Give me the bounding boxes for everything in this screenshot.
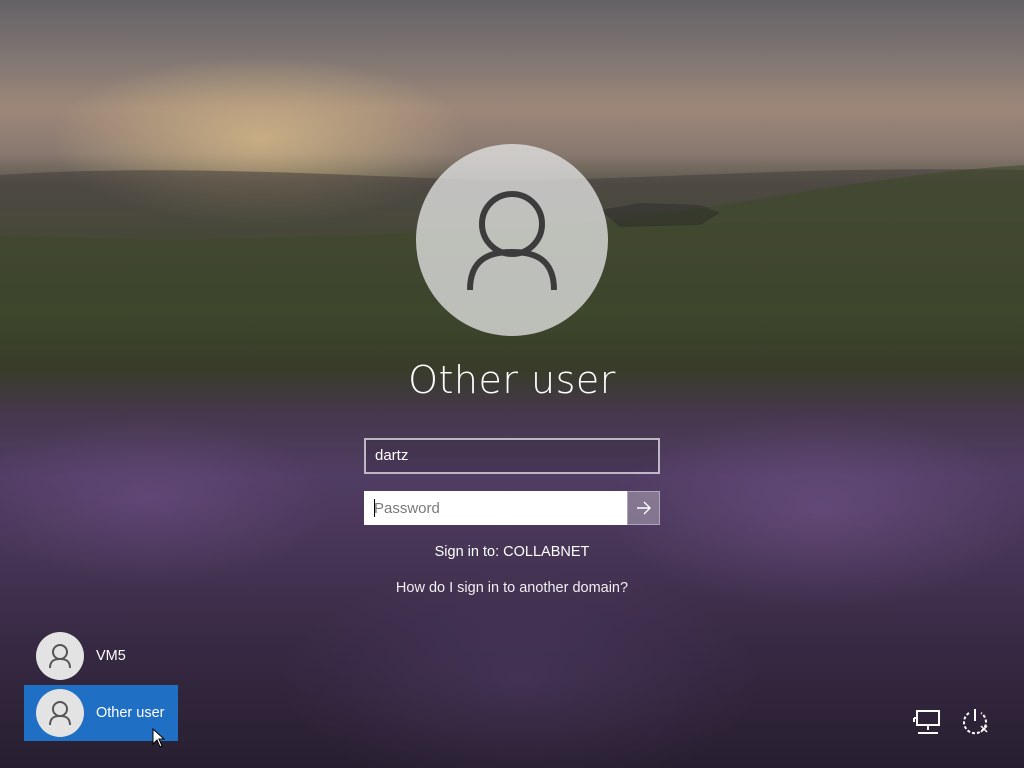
user-icon bbox=[467, 191, 557, 291]
text-caret bbox=[374, 499, 375, 517]
user-icon bbox=[49, 644, 71, 669]
user-tile-avatar bbox=[36, 632, 84, 680]
submit-button[interactable] bbox=[627, 491, 660, 525]
network-button[interactable] bbox=[910, 704, 946, 740]
arrow-right-icon bbox=[636, 501, 651, 515]
password-field[interactable] bbox=[364, 491, 627, 525]
network-icon bbox=[913, 710, 940, 734]
user-title: Other user bbox=[408, 358, 616, 402]
power-button[interactable] bbox=[957, 704, 993, 740]
other-domain-link[interactable]: How do I sign in to another domain? bbox=[312, 580, 712, 596]
user-tile-avatar bbox=[36, 689, 84, 737]
mouse-pointer-icon bbox=[152, 728, 166, 748]
user-avatar-large bbox=[416, 144, 608, 336]
user-tile-label: VM5 bbox=[96, 648, 126, 664]
power-icon bbox=[963, 709, 988, 735]
user-tile-label: Other user bbox=[96, 705, 165, 721]
user-tile-vm5[interactable]: VM5 bbox=[24, 628, 178, 684]
password-row bbox=[364, 491, 660, 525]
username-field[interactable]: dartz bbox=[364, 438, 660, 474]
sign-in-domain-text: Sign in to: COLLABNET bbox=[434, 544, 590, 560]
user-icon bbox=[49, 701, 71, 726]
